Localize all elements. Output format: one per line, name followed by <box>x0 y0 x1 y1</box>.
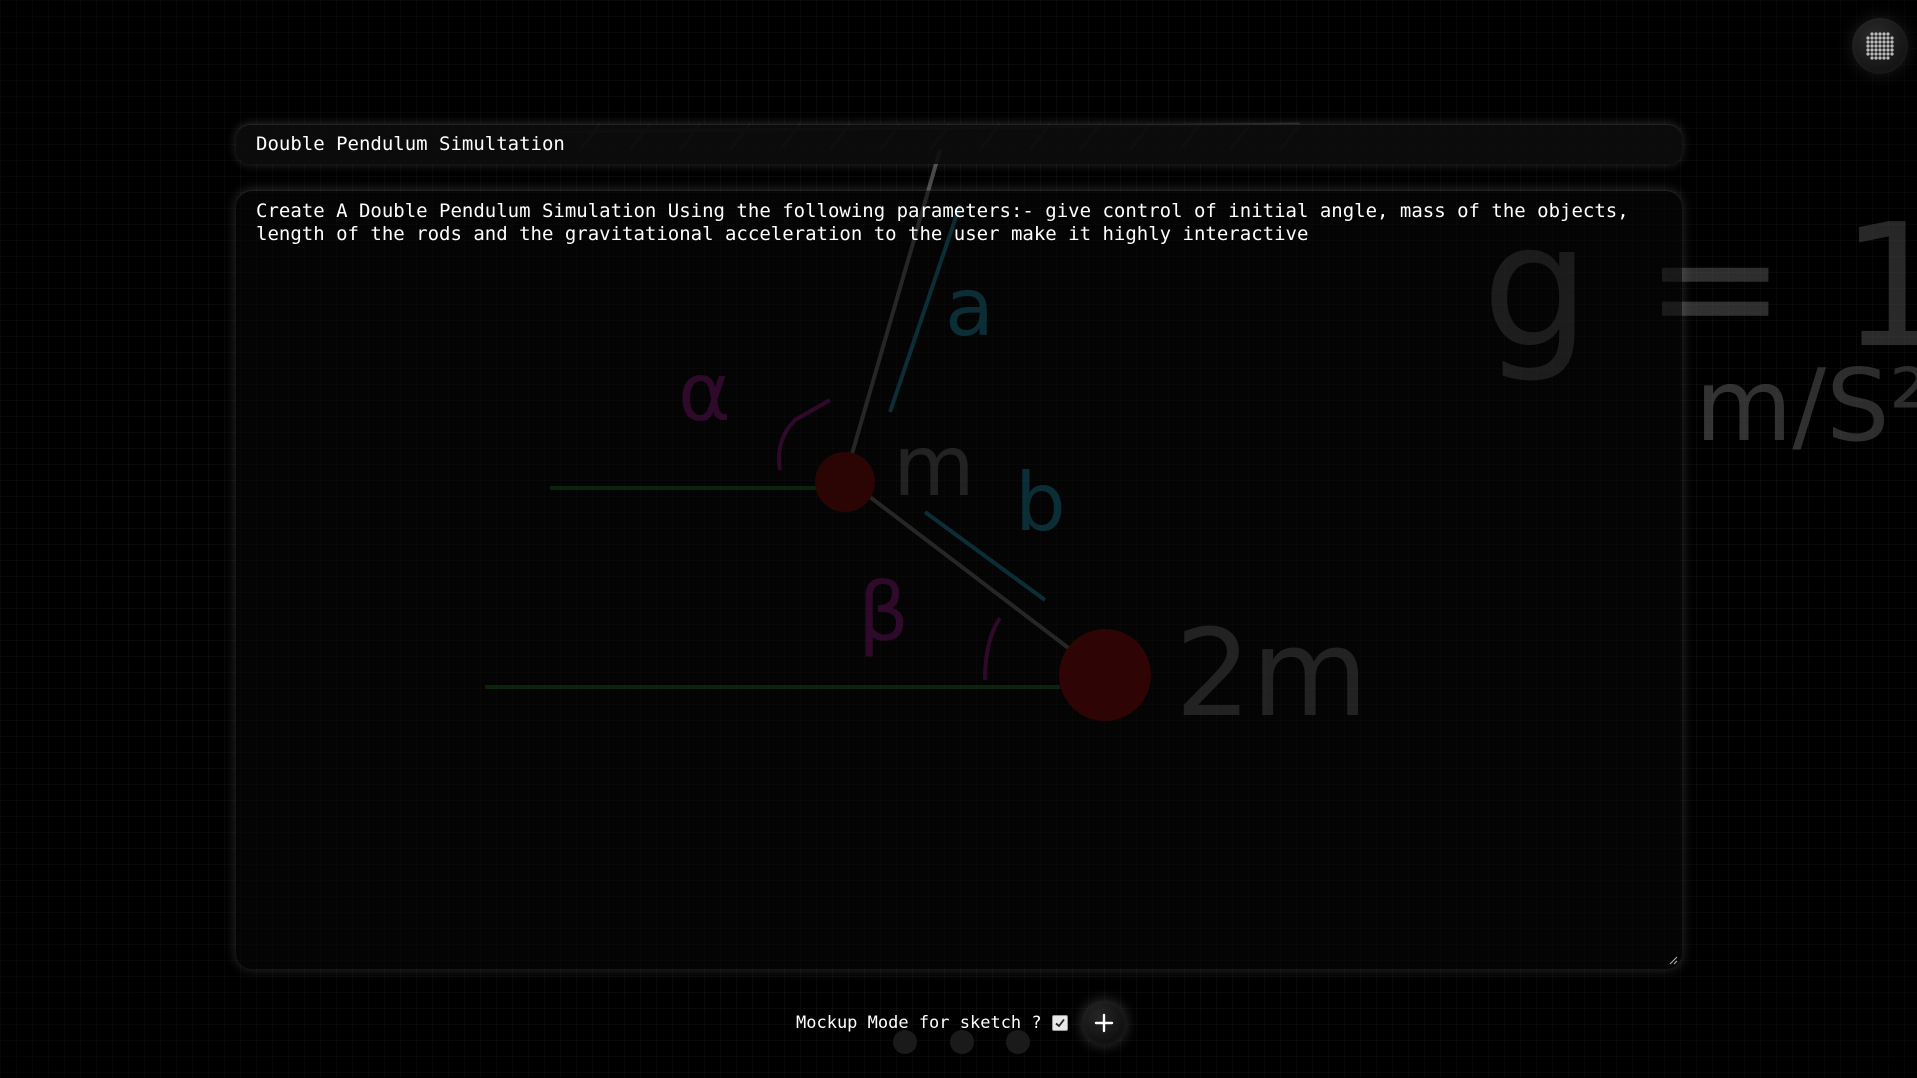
prompt-textarea[interactable]: Create A Double Pendulum Simulation Usin… <box>256 200 1656 950</box>
mockup-mode-checkbox[interactable] <box>1051 1015 1068 1031</box>
bottom-bar: Mockup Mode for sketch ? <box>796 1000 1126 1046</box>
checkmark-icon <box>1055 1018 1065 1028</box>
plus-icon <box>1094 1013 1113 1033</box>
add-button[interactable] <box>1081 1001 1126 1045</box>
resize-grip-icon[interactable] <box>1668 955 1678 965</box>
prompt-box: Create A Double Pendulum Simulation Usin… <box>236 190 1682 969</box>
app-menu-button[interactable] <box>1852 18 1908 74</box>
title-bar <box>236 124 1682 164</box>
sketch-label-units: m/S² <box>1695 347 1917 464</box>
mockup-mode-label: Mockup Mode for sketch ? <box>796 1013 1042 1033</box>
title-input[interactable] <box>256 133 1662 155</box>
dot-grid-icon <box>1866 32 1894 60</box>
